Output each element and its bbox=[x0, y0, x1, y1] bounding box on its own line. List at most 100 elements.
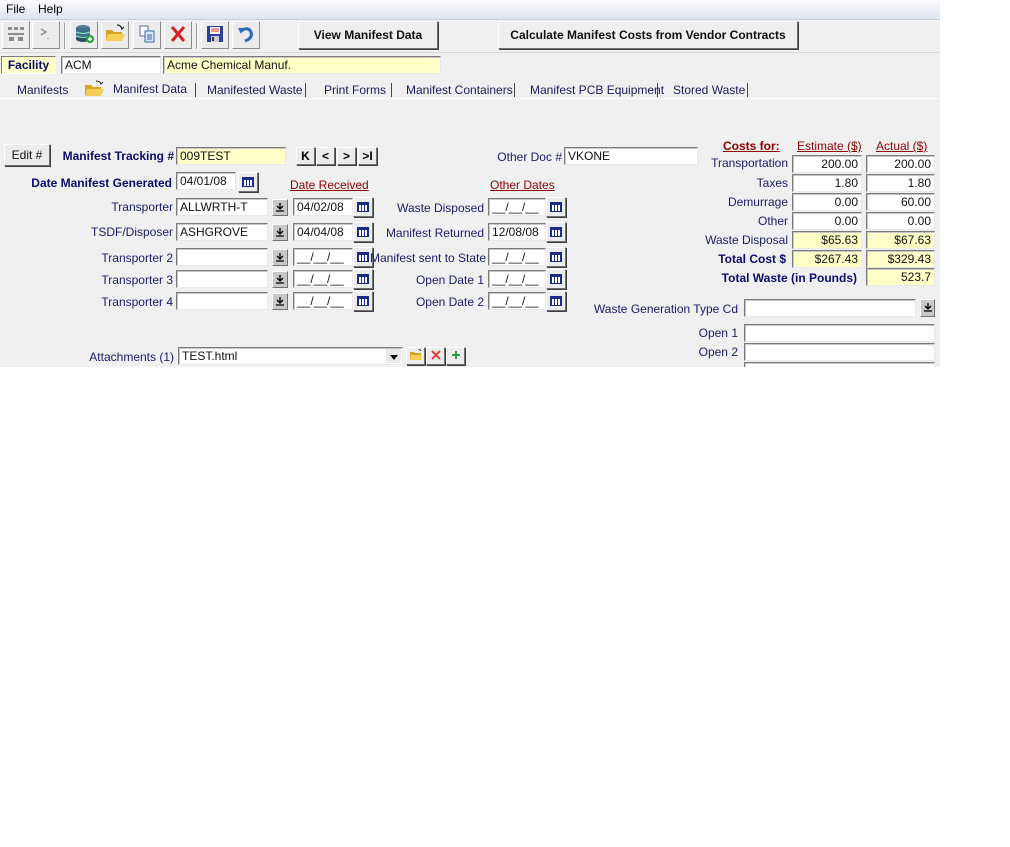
transporter-3-dropdown-button[interactable] bbox=[272, 271, 288, 288]
tsdf-disposer-dropdown-button[interactable] bbox=[272, 224, 288, 241]
tab-print-forms[interactable]: Print Forms bbox=[324, 83, 386, 97]
command-prompt-icon bbox=[36, 24, 56, 47]
tsdf-disposer-label: TSDF/Disposer bbox=[90, 225, 173, 239]
facility-code-field[interactable]: ACM bbox=[61, 56, 161, 74]
waste-disposed-calendar-button[interactable] bbox=[546, 197, 566, 217]
attachments-dropdown-button[interactable] bbox=[386, 349, 401, 363]
calendar-icon bbox=[357, 296, 369, 306]
command-button[interactable] bbox=[32, 21, 60, 49]
transporter-2-field[interactable] bbox=[176, 248, 268, 266]
transporter-dropdown-button[interactable] bbox=[272, 199, 288, 216]
other-dates-header[interactable]: Other Dates bbox=[490, 178, 555, 192]
date-received-header[interactable]: Date Received bbox=[290, 178, 369, 192]
menu-file[interactable]: File bbox=[6, 2, 25, 16]
open-attachment-button[interactable] bbox=[406, 347, 425, 365]
tab-stored-waste[interactable]: Stored Waste bbox=[673, 83, 745, 97]
open-date-2-calendar-button[interactable] bbox=[546, 291, 566, 311]
demurrage-actual-field[interactable]: 60.00 bbox=[866, 193, 935, 211]
date-generated-field[interactable]: 04/01/08 bbox=[176, 172, 236, 190]
network-button[interactable] bbox=[2, 21, 30, 49]
waste-disposal-estimate-field: $65.63 bbox=[792, 231, 862, 249]
dropdown-arrow-icon bbox=[276, 273, 284, 287]
manifest-sent-to-state-field[interactable]: __/__/__ bbox=[488, 248, 546, 266]
tab-separator bbox=[391, 83, 392, 97]
attachments-select[interactable]: TEST.html bbox=[178, 347, 403, 365]
save-button[interactable] bbox=[201, 21, 229, 49]
open-date-1-calendar-button[interactable] bbox=[546, 269, 566, 289]
transporter-2-date-field[interactable]: __/__/__ bbox=[293, 248, 353, 266]
open-2-field[interactable] bbox=[744, 343, 935, 361]
transporter-2-label: Transporter 2 bbox=[101, 251, 173, 265]
waste-generation-type-label: Waste Generation Type Cd bbox=[593, 302, 738, 316]
transportation-label: Transportation bbox=[711, 156, 788, 170]
transporter-4-field[interactable] bbox=[176, 292, 268, 310]
open-date-1-field[interactable]: __/__/__ bbox=[488, 270, 546, 288]
tab-manifest-pcb-equipment[interactable]: Manifest PCB Equipment bbox=[530, 83, 664, 97]
transportation-estimate-field[interactable]: 200.00 bbox=[792, 155, 862, 173]
tab-manifests[interactable]: Manifests bbox=[17, 83, 68, 97]
waste-generation-type-field[interactable] bbox=[744, 299, 916, 317]
manifest-returned-label: Manifest Returned bbox=[385, 226, 484, 240]
dropdown-arrow-icon bbox=[276, 226, 284, 240]
open-date-2-field[interactable]: __/__/__ bbox=[488, 292, 546, 310]
transporter-4-dropdown-button[interactable] bbox=[272, 293, 288, 310]
other-cost-actual-field[interactable]: 0.00 bbox=[866, 212, 935, 230]
open-3-field[interactable] bbox=[744, 362, 935, 367]
calculate-costs-button[interactable]: Calculate Manifest Costs from Vendor Con… bbox=[498, 21, 798, 49]
transporter-4-date-field[interactable]: __/__/__ bbox=[293, 292, 353, 310]
tab-manifest-containers[interactable]: Manifest Containers bbox=[406, 83, 513, 97]
taxes-estimate-field[interactable]: 1.80 bbox=[792, 174, 862, 192]
menu-bar: File Help bbox=[0, 0, 940, 20]
transporter-field[interactable]: ALLWRTH-T bbox=[176, 198, 268, 216]
tracking-number-field[interactable]: 009TEST bbox=[176, 147, 286, 165]
previous-record-button[interactable]: < bbox=[316, 147, 335, 165]
manifest-sent-calendar-button[interactable] bbox=[546, 247, 566, 267]
add-database-button[interactable] bbox=[70, 21, 98, 49]
chevron-down-icon bbox=[389, 349, 398, 363]
demurrage-estimate-field[interactable]: 0.00 bbox=[792, 193, 862, 211]
transportation-actual-field[interactable]: 200.00 bbox=[866, 155, 935, 173]
next-record-button[interactable]: > bbox=[337, 147, 356, 165]
transporter-2-dropdown-button[interactable] bbox=[272, 249, 288, 266]
transporter-3-date-field[interactable]: __/__/__ bbox=[293, 270, 353, 288]
delete-attachment-button[interactable] bbox=[426, 347, 445, 365]
tab-separator bbox=[305, 83, 306, 97]
edit-number-button[interactable]: Edit # bbox=[4, 144, 50, 166]
facility-label: Facility bbox=[1, 56, 56, 74]
total-waste-label: Total Waste (in Pounds) bbox=[721, 271, 857, 285]
manifest-returned-calendar-button[interactable] bbox=[546, 222, 566, 242]
actual-header[interactable]: Actual ($) bbox=[876, 139, 927, 153]
calendar-icon bbox=[550, 296, 562, 306]
view-manifest-data-button[interactable]: View Manifest Data bbox=[298, 21, 438, 49]
calendar-icon bbox=[357, 202, 369, 212]
tab-manifested-waste[interactable]: Manifested Waste bbox=[207, 83, 303, 97]
toolbar-separator bbox=[196, 23, 198, 49]
transporter-3-field[interactable] bbox=[176, 270, 268, 288]
first-record-button[interactable]: K bbox=[296, 147, 315, 165]
menu-help[interactable]: Help bbox=[38, 2, 63, 16]
add-attachment-button[interactable] bbox=[446, 347, 465, 365]
copy-button[interactable] bbox=[133, 21, 161, 49]
calendar-icon bbox=[550, 252, 562, 262]
application-window: File Help View Manifest Data Calculate M… bbox=[0, 0, 940, 367]
waste-generation-dropdown-button[interactable] bbox=[920, 299, 935, 317]
open-1-field[interactable] bbox=[744, 324, 935, 342]
open-1-label: Open 1 bbox=[698, 326, 738, 340]
undo-button[interactable] bbox=[232, 21, 260, 49]
tsdf-disposer-field[interactable]: ASHGROVE bbox=[176, 223, 268, 241]
tsdf-date-received-field[interactable]: 04/04/08 bbox=[293, 223, 353, 241]
tab-manifest-data[interactable]: Manifest Data bbox=[113, 82, 187, 96]
transporter-date-received-field[interactable]: 04/02/08 bbox=[293, 198, 353, 216]
manifest-returned-field[interactable]: 12/08/08 bbox=[488, 223, 546, 241]
estimate-header[interactable]: Estimate ($) bbox=[797, 139, 862, 153]
other-doc-field[interactable]: VKONE bbox=[564, 147, 698, 165]
other-cost-estimate-field[interactable]: 0.00 bbox=[792, 212, 862, 230]
taxes-actual-field[interactable]: 1.80 bbox=[866, 174, 935, 192]
transporter-3-label: Transporter 3 bbox=[101, 273, 173, 287]
last-record-button[interactable]: >I bbox=[358, 147, 377, 165]
open-button[interactable] bbox=[101, 21, 129, 49]
waste-disposed-field[interactable]: __/__/__ bbox=[488, 198, 546, 216]
waste-disposed-label: Waste Disposed bbox=[397, 201, 484, 215]
delete-button[interactable] bbox=[164, 21, 192, 49]
date-generated-calendar-button[interactable] bbox=[238, 172, 258, 192]
